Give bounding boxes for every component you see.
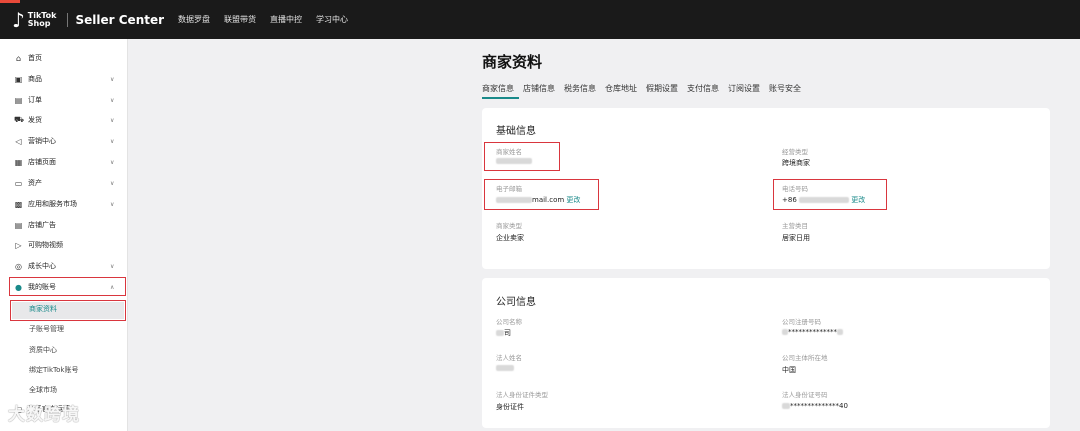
apps-icon: ▩ [14,199,23,209]
watermark: 大数跨境 [8,405,80,425]
company-reg-no-label: 公司注册号码 [782,318,821,326]
chevron-down-icon: ∨ [110,116,115,124]
company-name-label: 公司名称 [496,318,522,326]
order-icon: ▤ [14,95,23,105]
legal-id-no-value: **************40 [782,402,848,410]
sidebar-item-label: 资产 [28,179,42,187]
sidebar-item-assets[interactable]: ▭ 资产 ∨ [0,175,128,191]
sidebar-sub-subaccounts[interactable]: 子账号管理 [29,324,64,334]
top-nav-live-control[interactable]: 直播中控 [270,14,302,25]
legal-id-no-label: 法人身份证号码 [782,391,828,399]
sidebar-item-label: 店铺广告 [28,221,56,229]
top-nav: 数据罗盘 联盟带货 直播中控 学习中心 [178,14,348,25]
active-tab-underline [482,97,519,99]
tiktok-note-icon: ♪ [12,7,25,32]
chevron-down-icon: ∨ [110,96,115,104]
company-info-card: 公司信息 公司名称 司 公司注册号码 ************** 法人姓名 公… [482,278,1050,428]
sidebar-sub-global-market[interactable]: 全球市场 [29,385,57,395]
sidebar-item-label: 应用和服务市场 [28,200,77,208]
sidebar-item-home[interactable]: ⌂ 首页 [0,50,128,66]
sidebar-item-orders[interactable]: ▤ 订单 ∨ [0,92,128,108]
sidebar-item-label: 首页 [28,54,42,62]
store-icon: ▦ [14,157,23,167]
tab-merchant-info[interactable]: 商家信息 [482,83,514,94]
tab-tax-info[interactable]: 税务信息 [564,83,596,94]
product-icon: ▣ [14,74,23,84]
sidebar-item-shipping[interactable]: ⛟ 发货 ∨ [0,112,128,128]
chevron-down-icon: ∨ [110,179,115,187]
chevron-down-icon: ∨ [110,137,115,145]
tab-warehouse-address[interactable]: 仓库地址 [605,83,637,94]
tab-store-info[interactable]: 店铺信息 [523,83,555,94]
sidebar-item-label: 营销中心 [28,137,56,145]
top-nav-data-compass[interactable]: 数据罗盘 [178,14,210,25]
logo-line-2: Shop [27,18,51,28]
chevron-down-icon: ∨ [110,200,115,208]
logo-divider [66,12,68,27]
sidebar-item-label: 商品 [28,75,42,83]
highlight-box-my-account [9,277,126,296]
top-accent-line [0,0,20,3]
basic-info-card: 基础信息 商家姓名 经营类型 跨境商家 电子邮箱 mail.com 更改 电话号… [482,108,1050,269]
highlight-box-merchant-profile [10,300,126,321]
sidebar-item-marketing[interactable]: ◁ 营销中心 ∨ [0,133,128,149]
growth-icon: ◎ [15,261,22,271]
sidebar-item-store-ads[interactable]: ▤ 店铺广告 [0,217,128,233]
legal-id-type-value: 身份证件 [496,403,524,411]
sidebar-item-growth-center[interactable]: ◎ 成长中心 ∨ [0,258,128,274]
top-nav-affiliate[interactable]: 联盟带货 [224,14,256,25]
sidebar-item-store-pages[interactable]: ▦ 店铺页面 ∨ [0,154,128,170]
tab-subscription-settings[interactable]: 订阅设置 [728,83,760,94]
chevron-down-icon: ∨ [110,262,115,270]
basic-info-title: 基础信息 [496,126,536,137]
company-location-label: 公司主体所在地 [782,354,828,362]
legal-id-type-label: 法人身份证件类型 [496,391,548,399]
sidebar-item-label: 发货 [28,116,42,124]
legal-name-label: 法人姓名 [496,354,522,362]
business-type-value: 跨境商家 [782,159,810,167]
sidebar-item-label: 成长中心 [28,262,56,270]
top-nav-learning-center[interactable]: 学习中心 [316,14,348,25]
highlight-box-phone [773,179,887,210]
tab-account-security[interactable]: 账号安全 [769,83,801,94]
highlight-box-email [484,179,599,210]
sidebar-item-label: 订单 [28,96,42,104]
sidebar-item-shoppable-video[interactable]: ▷ 可购物视频 [0,237,128,253]
ad-icon: ▤ [14,220,23,230]
top-bar: ♪ TikTok Shop Seller Center 数据罗盘 联盟带货 直播… [0,0,1080,39]
megaphone-icon: ◁ [15,136,22,146]
truck-icon: ⛟ [14,115,25,124]
company-location-value: 中国 [782,366,796,374]
tab-payment-info[interactable]: 支付信息 [687,83,719,94]
sidebar-item-label: 店铺页面 [28,158,56,166]
company-info-title: 公司信息 [496,297,536,308]
sidebar-item-products[interactable]: ▣ 商品 ∨ [0,71,128,87]
sidebar: ⌂ 首页 ▣ 商品 ∨ ▤ 订单 ∨ ⛟ 发货 ∨ ◁ 营销中心 ∨ ▦ 店铺页面 ∨ ▭ 资产 ∨ ▩ 应用和服务市场 ∨… [0,39,128,431]
home-icon: ⌂ [15,53,22,63]
company-reg-no-value: ************** [782,328,843,336]
main-category-label: 主营类目 [782,222,808,230]
highlight-box-merchant-name [484,142,560,171]
tab-holiday-settings[interactable]: 假期设置 [646,83,678,94]
sidebar-item-label: 可购物视频 [28,241,63,249]
sidebar-sub-bind-tiktok[interactable]: 绑定TikTok账号 [29,365,78,375]
wallet-icon: ▭ [14,178,23,188]
sidebar-item-app-market[interactable]: ▩ 应用和服务市场 ∨ [0,196,128,212]
chevron-down-icon: ∨ [110,158,115,166]
profile-tabs: 商家信息 店铺信息 税务信息 仓库地址 假期设置 支付信息 订阅设置 账号安全 [482,83,801,94]
page-title: 商家资料 [482,53,543,71]
business-type-label: 经营类型 [782,148,808,156]
legal-name-value [496,364,514,372]
merchant-type-value: 企业卖家 [496,234,524,242]
main-category-value: 居家日用 [782,234,810,242]
sidebar-sub-qualification[interactable]: 资质中心 [29,345,57,355]
video-icon: ▷ [15,240,22,250]
seller-center-title: Seller Center [75,12,165,27]
tiktok-shop-logo[interactable]: ♪ TikTok Shop [12,10,57,30]
company-name-value: 司 [496,328,511,338]
merchant-type-label: 商家类型 [496,222,522,230]
chevron-down-icon: ∨ [110,75,115,83]
